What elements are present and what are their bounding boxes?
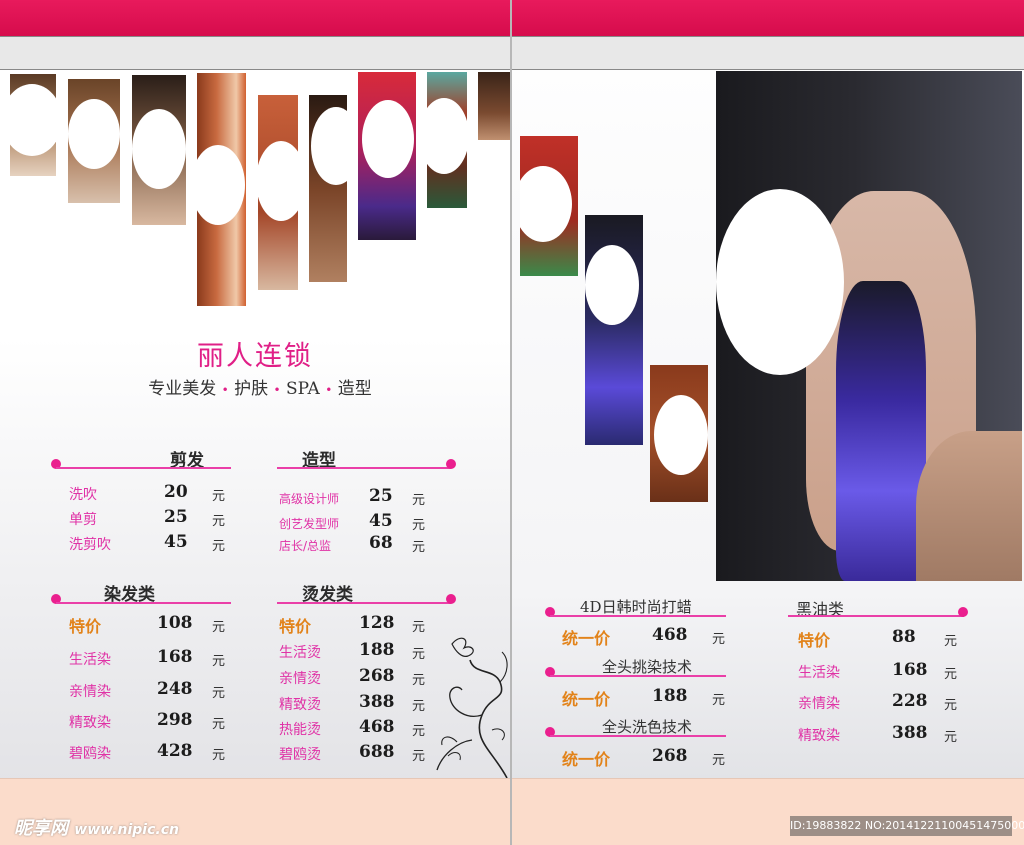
watermark-id: ID:19883822 NO:20141221100451475000 [790,816,1024,836]
price-row: 高级设计师 25 元 [279,486,426,508]
watermark-logo: 昵享网 www.nipic.cn [14,818,179,839]
hair-photo [478,72,510,140]
category-underline [56,602,231,604]
price-row: 统一价 468 元 [562,625,726,648]
top-banner [0,0,511,36]
hair-photo [309,95,347,282]
gray-band [512,36,1024,70]
hair-photo [585,215,643,445]
price-row: 生活染 168 元 [69,647,226,669]
hair-photo [10,74,56,176]
price-row: 店长/总监 68 元 [279,533,426,555]
price-row: 碧鸥染 428 元 [69,741,226,763]
model-photo [716,71,1022,581]
hair-photo [427,72,467,208]
brand-title: 丽人连锁 [197,341,313,372]
category-dot [446,594,456,604]
price-row: 生活染 168 元 [798,660,958,682]
price-row: 洗剪吹 45 元 [69,532,226,554]
category-underline [788,615,964,617]
price-row: 精致染 298 元 [69,710,226,732]
category-underline [550,675,726,677]
category-underline [550,735,726,737]
category-underline [277,602,451,604]
price-row: 特价 88 元 [798,627,958,650]
price-row: 统一价 188 元 [562,686,726,709]
category-underline [277,467,451,469]
price-row: 亲情染 228 元 [798,691,958,713]
price-row: 洗吹 20 元 [69,482,226,504]
section-title-highlight: 全头挑染技术 [602,658,693,676]
price-row: 亲情染 248 元 [69,679,226,701]
price-row: 统一价 268 元 [562,746,726,769]
section-title-wax: 4D日韩时尚打蜡 [580,598,692,616]
category-underline [550,615,726,617]
hair-photo [132,75,186,225]
price-row: 精致染 388 元 [798,723,958,745]
category-underline [56,467,231,469]
hair-photo [358,72,416,240]
hair-photo [650,365,708,502]
hair-photo [520,136,578,276]
floral-ornament-icon [436,637,508,778]
section-title-wash-color: 全头洗色技术 [602,718,693,736]
price-row: 特价 108 元 [69,613,226,636]
top-banner [512,0,1024,36]
price-row: 创艺发型师 45 元 [279,511,426,533]
brand-subtitle: 专业美发 • 护肤 • SPA • 造型 [148,379,372,399]
shoulder-shape [916,431,1022,581]
price-row: 单剪 25 元 [69,507,226,529]
left-page: 丽人连锁 专业美发 • 护肤 • SPA • 造型 剪发 洗吹 20 元 单剪 … [0,0,511,845]
category-dot [446,459,456,469]
gray-band [0,36,511,70]
right-page: 4D日韩时尚打蜡 统一价 468 元 全头挑染技术 统一价 188 元 全头洗色… [512,0,1024,845]
hair-photo [197,73,246,306]
hair-photo [258,95,298,290]
hair-photo [68,79,120,203]
purple-hair-shape [836,281,926,581]
category-dot [958,607,968,617]
